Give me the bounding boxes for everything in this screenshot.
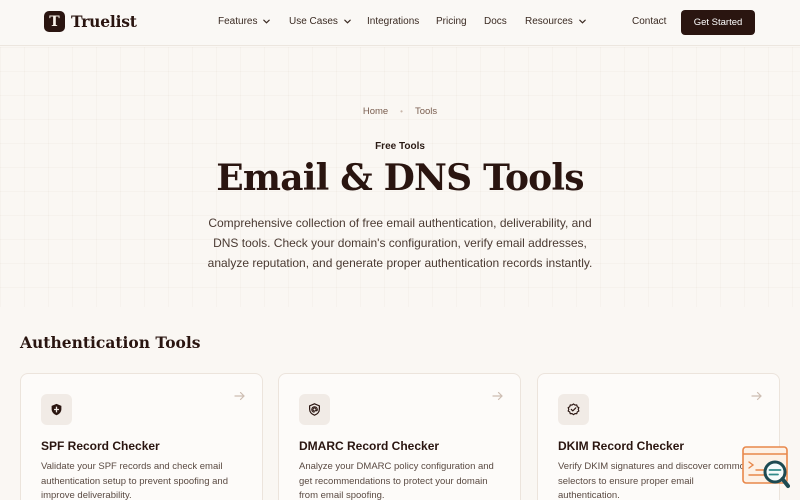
nav-label: Integrations [367,16,420,27]
main-nav: Features Use Cases Integrations Pricing … [0,16,800,30]
card-icon-container [41,394,72,425]
nav-item-features[interactable]: Features [218,16,271,27]
nav-item-use-cases[interactable]: Use Cases [289,16,352,27]
breadcrumb: Home • Tools [0,106,800,117]
breadcrumb-separator-icon: • [400,107,403,116]
page-title: Email & DNS Tools [216,157,584,199]
search-help-widget-icon[interactable] [742,446,790,490]
get-started-button[interactable]: Get Started [681,10,755,35]
tool-card-spf[interactable]: SPF Record Checker Validate your SPF rec… [20,373,263,500]
card-description: Validate your SPF records and check emai… [41,461,228,500]
nav-label: Features [218,16,258,27]
arrow-right-icon[interactable] [751,390,763,402]
card-title: DMARC Record Checker [299,439,440,453]
nav-item-docs[interactable]: Docs [484,16,507,27]
card-title: DKIM Record Checker [558,439,685,453]
section-title: Authentication Tools [20,333,201,352]
chevron-down-icon [344,19,351,24]
hero-description: Comprehensive collection of free email a… [207,216,593,270]
shield-icon [51,403,62,416]
chevron-down-icon [579,19,586,24]
contact-link[interactable]: Contact [632,16,666,27]
nav-label: Resources [525,16,573,27]
card-title: SPF Record Checker [41,439,160,453]
nav-item-pricing[interactable]: Pricing [436,16,467,27]
card-description: Analyze your DMARC policy configuration … [299,461,494,500]
nav-label: Use Cases [289,16,338,27]
card-icon-container [558,394,589,425]
arrow-right-icon[interactable] [492,390,504,402]
nav-label: Docs [484,16,507,27]
breadcrumb-home[interactable]: Home [363,106,388,117]
nav-item-integrations[interactable]: Integrations [367,16,419,27]
hero-eyebrow: Free Tools [375,141,425,152]
verified-badge-icon [567,403,580,416]
breadcrumb-current: Tools [414,106,438,117]
card-description: Verify DKIM signatures and discover comm… [558,461,751,500]
site-header: T Truelist Features Use Cases Integratio… [0,0,800,46]
at-sign-icon [309,403,320,416]
card-icon-container [299,394,330,425]
arrow-right-icon[interactable] [234,390,246,402]
tool-card-dmarc[interactable]: DMARC Record Checker Analyze your DMARC … [278,373,521,500]
nav-label: Pricing [436,16,467,27]
nav-item-resources[interactable]: Resources [525,16,587,27]
chevron-down-icon [263,19,271,24]
